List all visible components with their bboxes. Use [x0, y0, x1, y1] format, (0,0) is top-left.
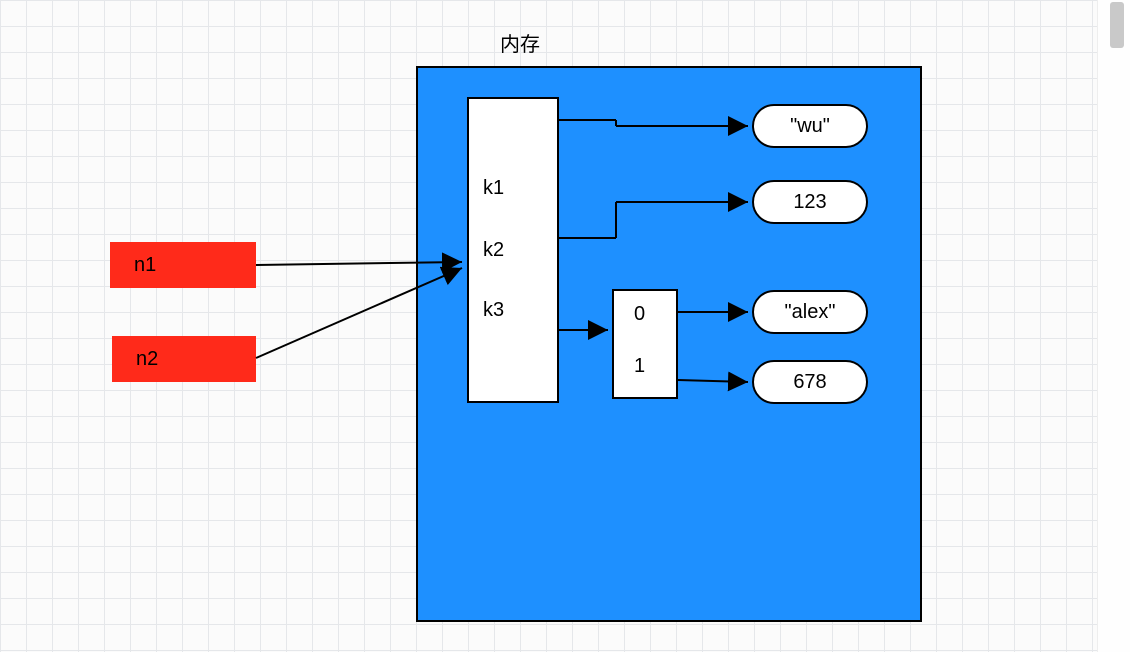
scrollbar-thumb[interactable] — [1110, 2, 1124, 48]
var-n1-label: n1 — [134, 254, 156, 277]
side-panel — [1097, 0, 1130, 652]
memory-title: 内存 — [500, 28, 540, 57]
dict-key-k1: k1 — [483, 177, 504, 200]
list-index-1: 1 — [634, 355, 645, 378]
value-678: 678 — [752, 360, 868, 404]
diagram-stage: 内存 n1 n2 k1 k2 k3 0 1 "wu" 123 "alex" 67… — [0, 0, 1098, 652]
var-n2: n2 — [112, 336, 256, 382]
value-alex-label: "alex" — [785, 301, 836, 324]
list-box: 0 1 — [612, 289, 678, 399]
dict-key-k3: k3 — [483, 299, 504, 322]
var-n2-label: n2 — [136, 348, 158, 371]
var-n1: n1 — [110, 242, 256, 288]
value-alex: "alex" — [752, 290, 868, 334]
value-678-label: 678 — [793, 371, 826, 394]
value-123-label: 123 — [793, 191, 826, 214]
dict-box: k1 k2 k3 — [467, 97, 559, 403]
dict-key-k2: k2 — [483, 239, 504, 262]
value-wu-label: "wu" — [790, 115, 830, 138]
value-123: 123 — [752, 180, 868, 224]
list-index-0: 0 — [634, 303, 645, 326]
value-wu: "wu" — [752, 104, 868, 148]
